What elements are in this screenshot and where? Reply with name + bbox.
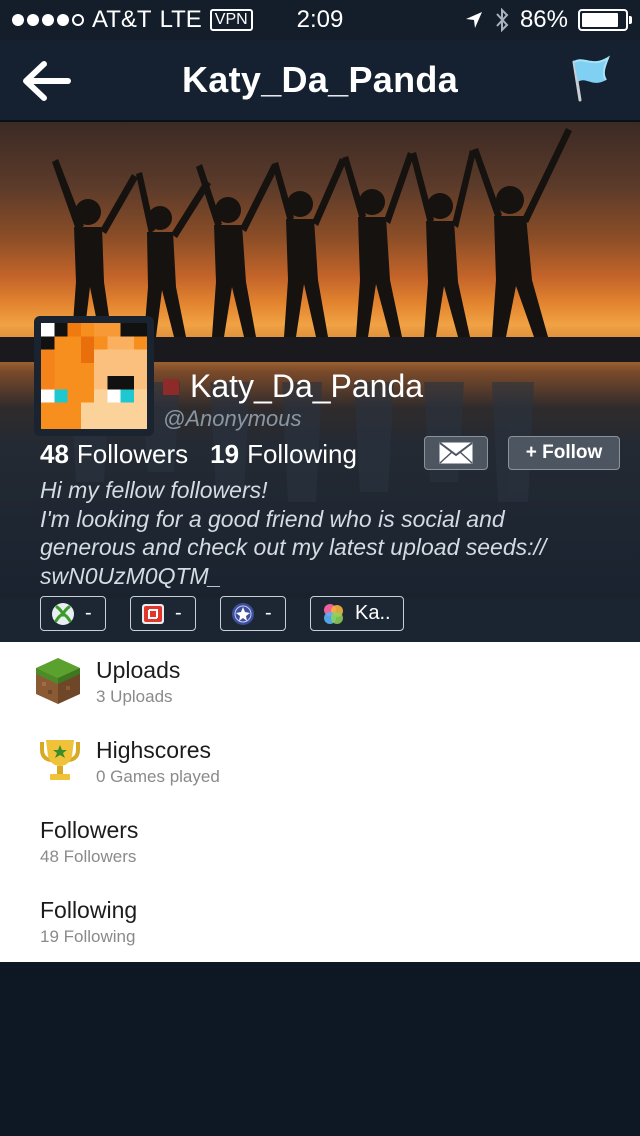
bio-line: swN0UzM0QTM_: [40, 562, 222, 589]
menu-item-uploads[interactable]: Uploads 3 Uploads: [0, 642, 640, 722]
menu-subtitle: 3 Uploads: [96, 687, 173, 706]
follow-counts: 48 Followers 19 Following: [40, 439, 357, 470]
followers-label[interactable]: Followers: [77, 439, 188, 470]
xbox-icon: [52, 602, 74, 625]
battery-percent: 86%: [519, 6, 568, 33]
back-arrow-icon[interactable]: [20, 58, 72, 104]
followers-count[interactable]: 48: [40, 439, 69, 470]
profile-bio: Hi my fellow followers! I'm looking for …: [40, 476, 620, 590]
network-label: LTE: [159, 6, 202, 33]
grass-block-icon: [36, 658, 80, 704]
bluetooth-icon: [496, 7, 509, 33]
bio-line: I'm looking for a good friend who is soc…: [40, 505, 505, 532]
xbox-label: -: [85, 602, 92, 624]
flag-icon[interactable]: [566, 54, 612, 104]
signal-strength-icon: [12, 14, 84, 26]
game-center-icon: [324, 603, 343, 624]
game-center-label: Ka..: [355, 602, 391, 624]
battery-icon: [578, 9, 632, 31]
bio-line: generous and check out my latest upload …: [40, 534, 547, 560]
status-indicator: [163, 379, 179, 395]
status-bar: AT&T LTE VPN 2:09 86%: [0, 0, 640, 40]
menu-title: Followers: [40, 817, 139, 843]
follow-button[interactable]: + Follow: [508, 436, 620, 470]
profile-handle: @Anonymous: [163, 406, 302, 431]
page-title: Katy_Da_Panda: [181, 59, 459, 100]
playstation-label: -: [265, 602, 272, 624]
envelope-icon: [439, 442, 473, 464]
nintendo-badge[interactable]: -: [130, 596, 196, 631]
menu-title: Highscores: [96, 737, 212, 763]
location-arrow-icon: [465, 12, 482, 28]
following-label[interactable]: Following: [247, 439, 357, 470]
playstation-icon: [232, 602, 254, 625]
trophy-icon: [40, 740, 80, 780]
following-count[interactable]: 19: [210, 439, 239, 470]
xbox-badge[interactable]: -: [40, 596, 106, 631]
menu-title: Uploads: [96, 657, 181, 683]
profile-menu: Uploads 3 Uploads Highscores 0 Games pla…: [0, 642, 640, 962]
playstation-badge[interactable]: -: [220, 596, 286, 631]
game-center-badge[interactable]: Ka..: [310, 596, 404, 631]
nintendo-icon: [142, 603, 164, 624]
menu-title: Following: [40, 897, 138, 923]
menu-item-highscores[interactable]: Highscores 0 Games played: [0, 722, 640, 802]
menu-subtitle: 48 Followers: [40, 847, 137, 866]
menu-subtitle: 0 Games played: [96, 767, 220, 786]
bio-line: Hi my fellow followers!: [40, 477, 268, 503]
message-button[interactable]: [424, 436, 488, 470]
avatar[interactable]: [34, 316, 154, 436]
vpn-badge: VPN: [209, 9, 253, 31]
carrier-label: AT&T: [92, 6, 152, 33]
avatar-image: [41, 323, 147, 429]
menu-item-followers[interactable]: Followers 48 Followers: [0, 802, 640, 882]
navigation-bar: Katy_Da_Panda: [0, 40, 640, 122]
menu-item-following[interactable]: Following 19 Following: [0, 882, 640, 962]
nintendo-label: -: [175, 602, 182, 624]
menu-subtitle: 19 Following: [40, 927, 136, 946]
profile-name: Katy_Da_Panda: [190, 368, 424, 404]
